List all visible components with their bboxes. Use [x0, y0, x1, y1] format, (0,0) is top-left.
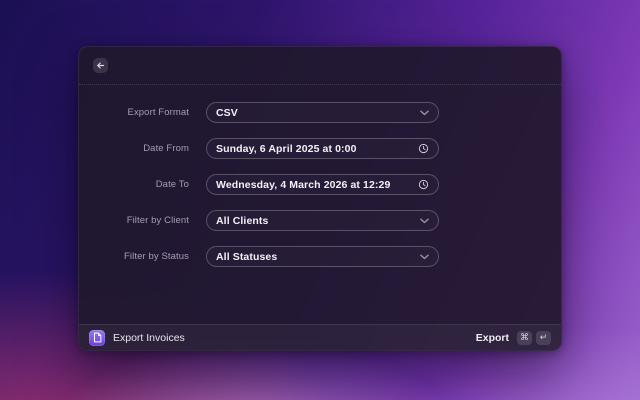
invoice-document-icon — [89, 330, 105, 346]
back-button[interactable] — [93, 58, 108, 73]
date-from-value: Sunday, 6 April 2025 at 0:00 — [216, 143, 418, 155]
command-key-badge[interactable]: ⌘ — [517, 331, 532, 345]
export-invoices-dialog: Export Format CSV Date From Sunday, 6 Ap… — [78, 46, 562, 351]
form-row-filter-status: Filter by Status All Statuses — [79, 246, 561, 267]
export-format-label: Export Format — [79, 107, 189, 118]
filter-status-label: Filter by Status — [79, 251, 189, 262]
clock-icon — [418, 143, 429, 154]
return-key-badge[interactable]: ↵ — [536, 331, 551, 345]
dialog-header — [79, 47, 561, 85]
footer-actions: Export ⌘ ↵ — [476, 331, 551, 345]
date-from-picker[interactable]: Sunday, 6 April 2025 at 0:00 — [206, 138, 439, 159]
filter-client-label: Filter by Client — [79, 215, 189, 226]
chevron-down-icon — [420, 110, 429, 116]
export-action-button[interactable]: Export — [476, 332, 509, 344]
filter-client-value: All Clients — [216, 215, 420, 227]
export-format-dropdown[interactable]: CSV — [206, 102, 439, 123]
form-row-date-to: Date To Wednesday, 4 March 2026 at 12:29 — [79, 174, 561, 195]
desktop-background: Export Format CSV Date From Sunday, 6 Ap… — [0, 0, 640, 400]
dialog-footer: Export Invoices Export ⌘ ↵ — [79, 324, 561, 350]
dialog-body: Export Format CSV Date From Sunday, 6 Ap… — [79, 85, 561, 324]
filter-status-value: All Statuses — [216, 251, 420, 263]
form-row-export-format: Export Format CSV — [79, 102, 561, 123]
chevron-down-icon — [420, 218, 429, 224]
date-to-picker[interactable]: Wednesday, 4 March 2026 at 12:29 — [206, 174, 439, 195]
chevron-down-icon — [420, 254, 429, 260]
export-format-value: CSV — [216, 107, 420, 119]
date-from-label: Date From — [79, 143, 189, 154]
form-row-filter-client: Filter by Client All Clients — [79, 210, 561, 231]
filter-status-dropdown[interactable]: All Statuses — [206, 246, 439, 267]
filter-client-dropdown[interactable]: All Clients — [206, 210, 439, 231]
date-to-label: Date To — [79, 179, 189, 190]
date-to-value: Wednesday, 4 March 2026 at 12:29 — [216, 179, 418, 191]
form-row-date-from: Date From Sunday, 6 April 2025 at 0:00 — [79, 138, 561, 159]
footer-command-title: Export Invoices — [113, 332, 185, 344]
back-arrow-icon — [95, 60, 106, 71]
clock-icon — [418, 179, 429, 190]
